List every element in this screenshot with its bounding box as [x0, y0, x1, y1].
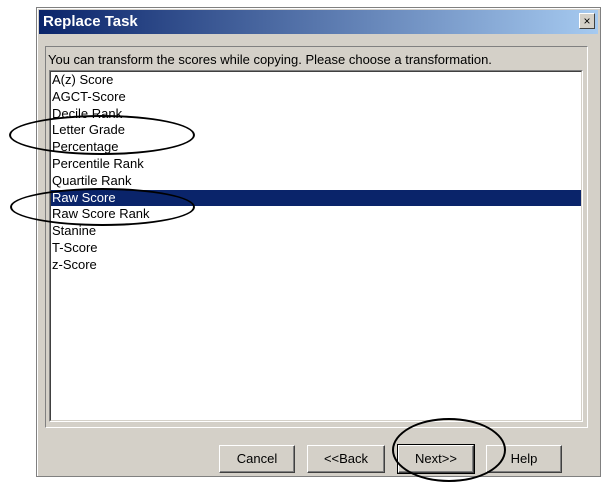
list-item-stanine[interactable]: Stanine [51, 223, 581, 240]
annotation-ellipse-raw-score [10, 188, 195, 226]
instruction-text: You can transform the scores while copyi… [48, 52, 492, 67]
annotation-ellipse-next [392, 418, 506, 482]
replace-task-dialog: Replace Task × You can transform the sco… [36, 7, 601, 477]
list-item-quartile-rank[interactable]: Quartile Rank [51, 173, 581, 190]
annotation-ellipse-letter-grade [9, 115, 195, 155]
list-item-z-score[interactable]: z-Score [51, 257, 581, 274]
list-item-a-z-score[interactable]: A(z) Score [51, 72, 581, 89]
list-item-agct-score[interactable]: AGCT-Score [51, 89, 581, 106]
close-button[interactable]: × [579, 13, 595, 29]
title-bar[interactable]: Replace Task × [39, 10, 598, 34]
list-item-t-score[interactable]: T-Score [51, 240, 581, 257]
cancel-button[interactable]: Cancel [219, 445, 295, 473]
list-item-percentile-rank[interactable]: Percentile Rank [51, 156, 581, 173]
back-button[interactable]: <<Back [307, 445, 385, 473]
close-icon: × [583, 14, 591, 28]
dialog-title: Replace Task [43, 13, 138, 30]
